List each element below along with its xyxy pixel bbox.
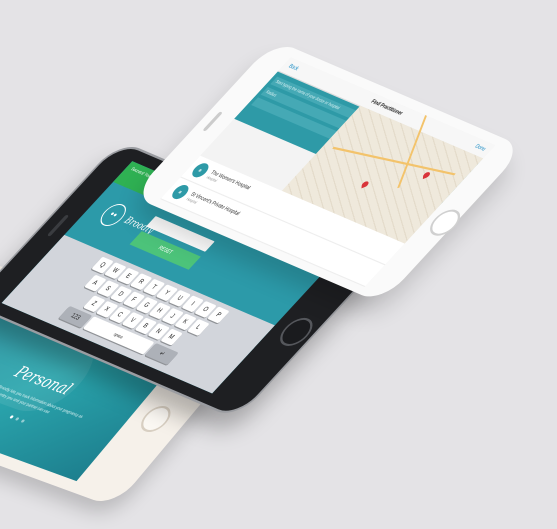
back-button[interactable]: Back	[287, 63, 301, 72]
home-button[interactable]	[134, 402, 177, 436]
map-road	[332, 146, 456, 176]
map-pin-icon[interactable]	[422, 171, 431, 180]
done-button[interactable]: Done	[473, 143, 487, 153]
earpiece	[202, 111, 223, 132]
page-dot[interactable]	[20, 419, 26, 423]
page-indicator[interactable]	[9, 415, 26, 423]
page-dot[interactable]	[9, 415, 15, 419]
home-button[interactable]	[273, 314, 320, 350]
page-dot[interactable]	[14, 417, 20, 421]
map-pin-icon[interactable]	[361, 180, 369, 189]
